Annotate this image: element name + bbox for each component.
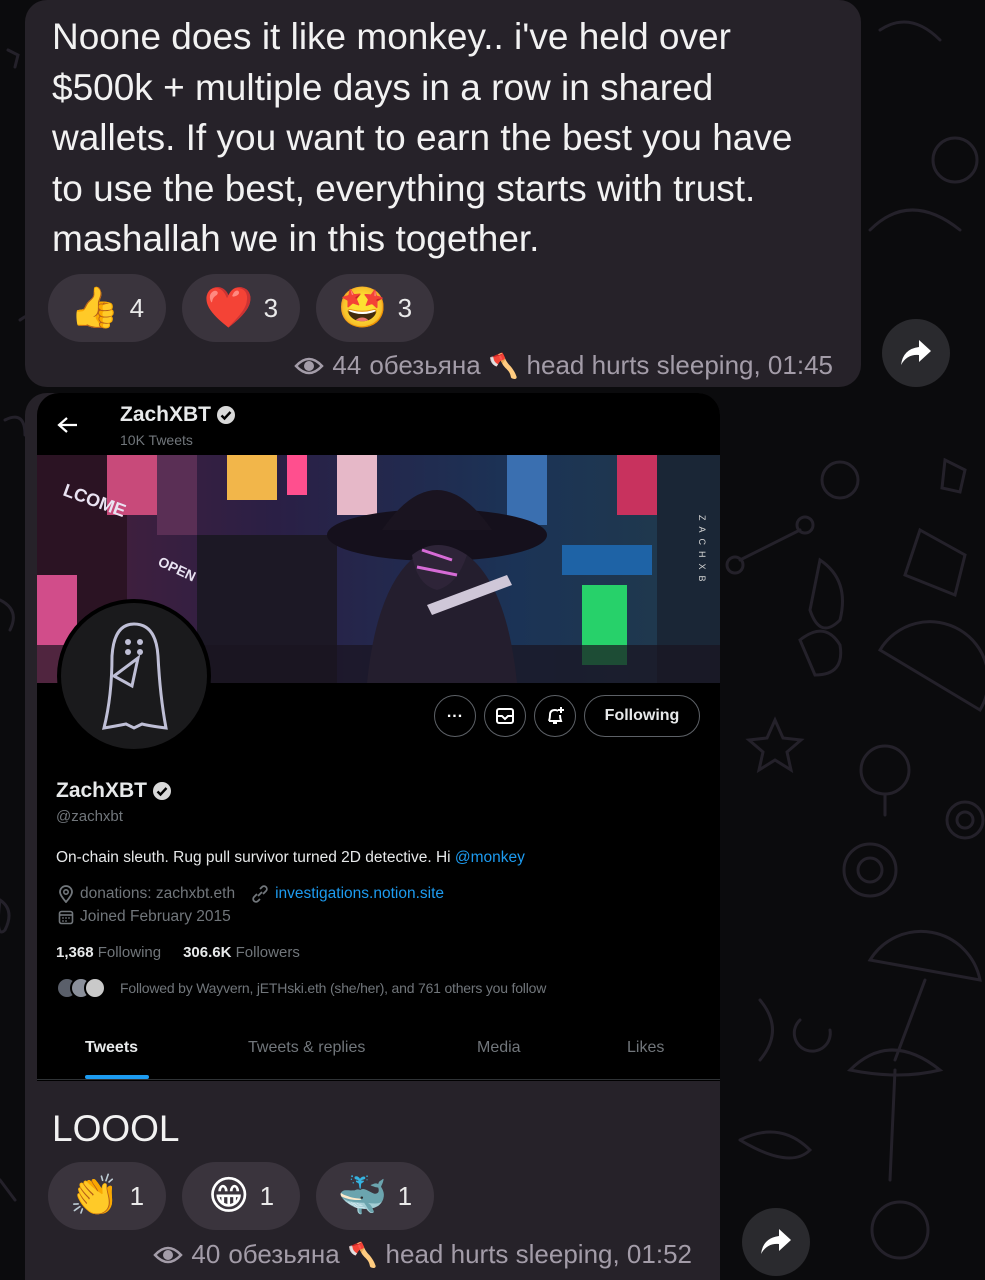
more-dots-icon: ... <box>446 704 464 721</box>
back-arrow-icon <box>57 417 77 433</box>
reaction-count: 1 <box>259 1180 275 1211</box>
tab-label: Likes <box>627 1039 665 1056</box>
followers-count-link[interactable]: 306.6K Followers <box>183 944 300 961</box>
share-arrow-icon <box>761 1229 791 1254</box>
views-label: обезьяна <box>228 1239 340 1269</box>
twitter-profile-screenshot[interactable]: ZachXBT 10K Tweets LCOME OPEN ZACHXB ...… <box>37 393 720 1081</box>
message-button[interactable] <box>484 695 526 737</box>
tab-label: Tweets <box>85 1039 139 1056</box>
notifications-button[interactable] <box>534 695 576 737</box>
calendar-icon <box>58 910 74 925</box>
views-count: 44 <box>332 350 362 380</box>
reaction-clapping[interactable]: 👏 1 <box>48 1162 166 1230</box>
profile-name-row: ZachXBT <box>56 779 172 803</box>
followed-by-row[interactable]: Followed by Wayvern, jETHski.eth (she/he… <box>56 977 546 999</box>
followers-label: Followers <box>235 944 300 961</box>
followed-by-text: Followed by Wayvern, jETHski.eth (she/he… <box>120 980 547 996</box>
bio-mention-link[interactable]: @monkey <box>455 849 525 866</box>
forward-button-1[interactable] <box>882 319 950 387</box>
message-line: wallets. If you want to earn the best yo… <box>52 117 793 158</box>
axe-icon: 🪓 <box>488 351 519 380</box>
profile-handle: @zachxbt <box>56 808 123 825</box>
message-meta: 44 обезьяна 🪓 head hurts sleeping, 01:45 <box>294 350 833 381</box>
clapping-hands-icon: 👏 <box>69 1173 120 1219</box>
tweet-count: 10K Tweets <box>120 432 193 448</box>
following-button-label: Following <box>604 707 680 724</box>
eye-icon <box>294 357 325 374</box>
verified-badge-icon <box>217 406 236 424</box>
avatar[interactable] <box>57 599 211 753</box>
location-row: donations: zachxbt.eth investigations.no… <box>58 885 444 903</box>
following-button[interactable]: Following <box>584 695 700 737</box>
reaction-thumbs-up[interactable]: 👍 4 <box>48 274 166 342</box>
location-text: donations: zachxbt.eth <box>80 885 236 902</box>
message-meta: 40 обезьяна 🪓 head hurts sleeping, 01:52 <box>153 1239 692 1270</box>
ghost-penguin-icon <box>101 622 168 730</box>
views-label: обезьяна <box>369 350 481 380</box>
bell-plus-icon <box>548 707 564 724</box>
tab-tweets-replies[interactable]: Tweets & replies <box>248 1039 365 1057</box>
reactions-bar: 👏 1 😁 1 🐳 1 <box>48 1162 434 1230</box>
following-count-link[interactable]: 1,368 Following <box>56 944 161 961</box>
reactions-bar: 👍 4 ❤️ 3 🤩 3 <box>48 274 434 342</box>
views-count: 40 <box>191 1239 221 1269</box>
envelope-icon <box>496 708 514 724</box>
verified-badge-icon <box>153 782 172 800</box>
reaction-grin[interactable]: 😁 1 <box>182 1162 300 1230</box>
bio-text: On-chain sleuth. Rug pull survivor turne… <box>56 849 455 866</box>
heart-icon: ❤️ <box>203 285 254 331</box>
thumbs-up-icon: 👍 <box>69 285 120 331</box>
star-struck-icon: 🤩 <box>337 285 388 331</box>
axe-icon: 🪓 <box>347 1240 378 1269</box>
eye-icon <box>153 1246 184 1263</box>
share-arrow-icon <box>901 340 931 365</box>
profile-link[interactable]: investigations.notion.site <box>275 885 444 903</box>
profile-name: ZachXBT <box>56 779 148 802</box>
author-and-time: head hurts sleeping, 01:45 <box>526 350 833 380</box>
follow-counts: 1,368 Following 306.6K Followers <box>56 944 300 961</box>
reaction-star-struck[interactable]: 🤩 3 <box>316 274 434 342</box>
reaction-whale[interactable]: 🐳 1 <box>316 1162 434 1230</box>
message-text: Noone does it like monkey.. i've held ov… <box>52 12 852 265</box>
link-icon <box>252 885 268 903</box>
header-name: ZachXBT <box>120 403 212 426</box>
message-line: mashallah we in this together. <box>52 218 540 259</box>
reaction-heart[interactable]: ❤️ 3 <box>182 274 300 342</box>
message-text: LOOOL <box>52 1108 180 1149</box>
message-line: Noone does it like monkey.. i've held ov… <box>52 16 731 57</box>
active-tab-indicator <box>85 1075 149 1079</box>
message-line: to use the best, everything starts with … <box>52 167 756 209</box>
follower-avatars <box>56 977 106 999</box>
location-pin-icon <box>59 885 73 903</box>
message-line: $500k + multiple days in a row in shared <box>52 66 714 108</box>
reaction-count: 3 <box>397 292 413 323</box>
reaction-count: 1 <box>397 1180 413 1211</box>
reaction-count: 1 <box>129 1180 145 1211</box>
following-label: Following <box>97 944 162 961</box>
profile-bio: On-chain sleuth. Rug pull survivor turne… <box>56 849 525 867</box>
joined-row: Joined February 2015 <box>58 908 231 926</box>
following-count: 1,368 <box>56 944 94 961</box>
message-bubble-1[interactable]: Noone does it like monkey.. i've held ov… <box>25 0 861 387</box>
reaction-count: 3 <box>263 292 279 323</box>
followers-count: 306.6K <box>183 944 232 961</box>
reaction-count: 4 <box>129 292 145 323</box>
more-options-button[interactable]: ... <box>434 695 476 737</box>
header-name-row: ZachXBT <box>120 403 236 427</box>
tab-label: Tweets & replies <box>248 1039 366 1056</box>
avatar <box>84 977 106 999</box>
joined-text: Joined February 2015 <box>80 908 231 925</box>
profile-tabs: Tweets Tweets & replies Media Likes <box>37 1023 720 1080</box>
tab-label: Media <box>477 1039 521 1056</box>
grin-icon: 😁 <box>207 1173 250 1219</box>
banner-sign-text: ZACHXB <box>697 515 707 588</box>
author-and-time: head hurts sleeping, 01:52 <box>385 1239 692 1269</box>
tab-likes[interactable]: Likes <box>627 1039 664 1057</box>
forward-button-2[interactable] <box>742 1208 810 1276</box>
whale-icon: 🐳 <box>337 1173 388 1219</box>
tab-media[interactable]: Media <box>477 1039 521 1057</box>
tab-tweets[interactable]: Tweets <box>85 1039 149 1079</box>
